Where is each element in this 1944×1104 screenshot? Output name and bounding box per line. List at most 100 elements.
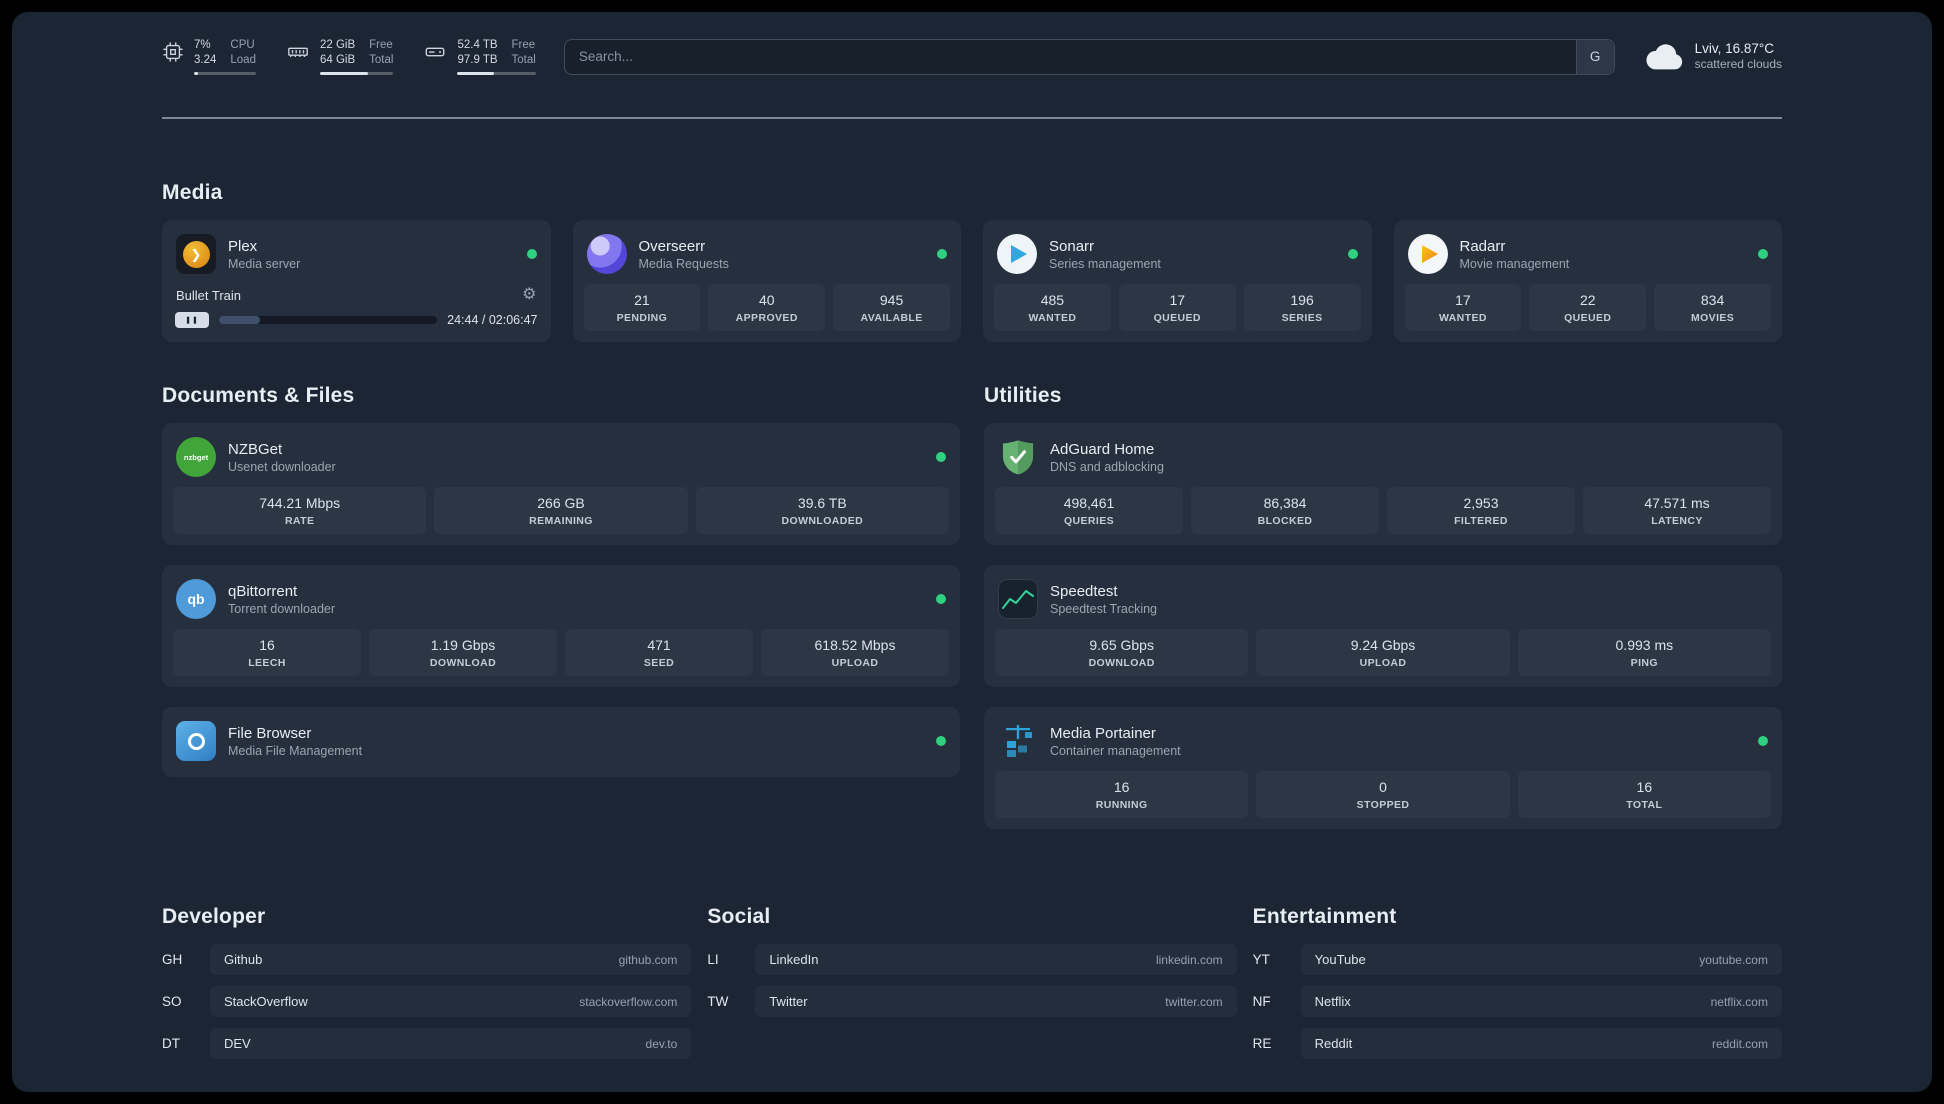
stat-latency: 47.571 ms LATENCY xyxy=(1583,487,1771,534)
stat-download: 1.19 Gbps DOWNLOAD xyxy=(369,629,557,676)
cpu-load-value: 3.24 xyxy=(194,54,217,66)
stat-movies: 834 MOVIES xyxy=(1654,284,1771,331)
service-name: qBittorrent xyxy=(228,582,298,600)
bookmark-reddit[interactable]: RE Reddit reddit.com xyxy=(1253,1028,1782,1059)
service-link-nzbget[interactable]: nzbget NZBGet Usenet downloader xyxy=(173,432,949,487)
service-desc: Media server xyxy=(228,256,301,271)
top-bar: 7% CPU 3.24 Load 22 GiB Free 64 GiB Tota… xyxy=(162,38,1782,75)
stat-wanted: 17 WANTED xyxy=(1404,284,1522,331)
portainer-crane-icon xyxy=(998,721,1038,761)
stat-upload: 618.52 Mbps UPLOAD xyxy=(761,629,949,676)
adguard-shield-icon xyxy=(998,437,1038,477)
service-desc: Torrent downloader xyxy=(228,601,336,616)
stat-available: 945 AVAILABLE xyxy=(833,284,950,331)
service-card-adguard: AdGuard Home DNS and adblocking 498,461 … xyxy=(984,423,1782,545)
section-title-media: Media xyxy=(162,181,223,204)
gear-icon[interactable]: ⚙ xyxy=(522,287,536,303)
weather-location: Lviv, 16.87°C xyxy=(1694,40,1775,56)
service-name: AdGuard Home xyxy=(1050,440,1155,458)
stat-seed: 471 SEED xyxy=(565,629,753,676)
service-link-overseerr[interactable]: Overseerr Media Requests xyxy=(584,229,951,284)
stat-blocked: 86,384 BLOCKED xyxy=(1191,487,1379,534)
service-desc: DNS and adblocking xyxy=(1050,459,1164,474)
disk-total-value: 97.9 TB xyxy=(457,54,498,66)
stat-series: 196 SERIES xyxy=(1243,284,1361,331)
disk-progress-bar xyxy=(457,72,536,75)
service-link-sonarr[interactable]: Sonarr Series management xyxy=(994,229,1361,284)
service-card-sonarr: Sonarr Series management 485 WANTED 17 Q… xyxy=(983,220,1372,342)
service-link-filebrowser[interactable]: File Browser Media File Management xyxy=(173,716,949,766)
cpu-progress-bar xyxy=(194,72,256,75)
memory-free-label: Free xyxy=(369,39,393,51)
cpu-chip-icon xyxy=(162,41,184,63)
bookmark-stackoverflow[interactable]: SO StackOverflow stackoverflow.com xyxy=(162,986,692,1017)
service-desc: Speedtest Tracking xyxy=(1050,601,1158,616)
service-name: File Browser xyxy=(228,724,312,742)
cpu-load-label: Load xyxy=(230,54,256,66)
service-link-speedtest[interactable]: Speedtest Speedtest Tracking xyxy=(995,574,1771,629)
sonarr-icon xyxy=(997,234,1037,274)
cpu-usage-value: 7% xyxy=(194,39,211,51)
stat-upload: 9.24 Gbps UPLOAD xyxy=(1256,629,1510,676)
service-link-adguard[interactable]: AdGuard Home DNS and adblocking xyxy=(995,432,1771,487)
stat-ping: 0.993 ms PING xyxy=(1517,629,1771,676)
service-link-radarr[interactable]: Radarr Movie management xyxy=(1405,229,1772,284)
service-card-nzbget: nzbget NZBGet Usenet downloader 744.21 M… xyxy=(162,423,960,545)
search-provider-button[interactable]: G xyxy=(1575,39,1614,74)
stat-total: 16 TOTAL xyxy=(1517,771,1771,818)
hard-drive-icon xyxy=(423,41,447,63)
bookmark-group-entertainment: Entertainment YT YouTube youtube.com NF … xyxy=(1253,905,1782,1070)
disk-free-value: 52.4 TB xyxy=(457,39,498,51)
bookmark-github[interactable]: GH Github github.com xyxy=(162,944,692,975)
bookmark-linkedin[interactable]: LI LinkedIn linkedin.com xyxy=(707,944,1237,975)
resource-widgets: 7% CPU 3.24 Load 22 GiB Free 64 GiB Tota… xyxy=(162,38,536,75)
section-documents: Documents & Files nzbget NZBGet Usenet d… xyxy=(162,384,960,829)
service-link-plex[interactable]: ❯ Plex Media server xyxy=(173,229,540,284)
service-link-qbittorrent[interactable]: qb qBittorrent Torrent downloader xyxy=(173,574,949,629)
service-card-portainer: Media Portainer Container management 16 … xyxy=(984,707,1782,829)
service-link-portainer[interactable]: Media Portainer Container management xyxy=(995,716,1771,771)
status-dot xyxy=(526,249,537,259)
service-desc: Usenet downloader xyxy=(228,459,336,474)
disk-total-label: Total xyxy=(511,54,536,66)
bookmark-dev[interactable]: DT DEV dev.to xyxy=(162,1028,692,1059)
cpu-label: CPU xyxy=(230,39,255,51)
service-card-plex: ❯ Plex Media server Bullet Train ⚙ ❚❚ 24… xyxy=(162,220,551,342)
section-title-developer: Developer xyxy=(162,905,266,928)
section-title-documents: Documents & Files xyxy=(162,384,355,407)
status-dot xyxy=(937,249,947,259)
bookmark-group-developer: Developer GH Github github.com SO StackO… xyxy=(162,905,692,1070)
service-desc: Media Requests xyxy=(638,256,729,271)
qbittorrent-icon: qb xyxy=(176,579,216,619)
section-title-social: Social xyxy=(707,905,771,928)
service-name: Plex xyxy=(228,237,258,255)
filebrowser-icon xyxy=(176,721,216,761)
plex-icon: ❯ xyxy=(176,234,216,274)
service-desc: Series management xyxy=(1049,256,1161,271)
stat-filtered: 2,953 FILTERED xyxy=(1387,487,1575,534)
bookmark-youtube[interactable]: YT YouTube youtube.com xyxy=(1253,944,1782,975)
search-input[interactable] xyxy=(563,38,1615,75)
stat-queued: 17 QUEUED xyxy=(1118,284,1236,331)
radarr-icon xyxy=(1407,234,1448,274)
weather-condition: scattered clouds xyxy=(1694,57,1782,72)
section-media: Media ❯ Plex Media server Bullet Train ⚙ xyxy=(162,181,1782,342)
pause-button[interactable]: ❚❚ xyxy=(175,312,209,328)
service-name: Overseerr xyxy=(638,237,706,255)
status-dot xyxy=(936,736,946,746)
service-card-qbittorrent: qb qBittorrent Torrent downloader 16 LEE… xyxy=(162,565,960,687)
status-dot xyxy=(1758,736,1768,746)
overseerr-icon xyxy=(586,234,627,274)
memory-progress-bar xyxy=(319,72,394,75)
dashboard-page: 7% CPU 3.24 Load 22 GiB Free 64 GiB Tota… xyxy=(12,12,1932,1092)
bookmark-netflix[interactable]: NF Netflix netflix.com xyxy=(1253,986,1782,1017)
service-desc: Media File Management xyxy=(228,743,363,758)
playback-time: 24:44 / 02:06:47 xyxy=(447,313,538,327)
memory-widget: 22 GiB Free 64 GiB Total xyxy=(286,38,394,75)
playback-progress-bar[interactable] xyxy=(219,316,438,324)
cpu-widget: 7% CPU 3.24 Load xyxy=(162,38,256,75)
bookmark-twitter[interactable]: TW Twitter twitter.com xyxy=(707,986,1237,1017)
now-playing-title: Bullet Train xyxy=(176,287,242,303)
disk-free-label: Free xyxy=(511,39,536,51)
stat-downloaded: 39.6 TB DOWNLOADED xyxy=(695,487,949,534)
